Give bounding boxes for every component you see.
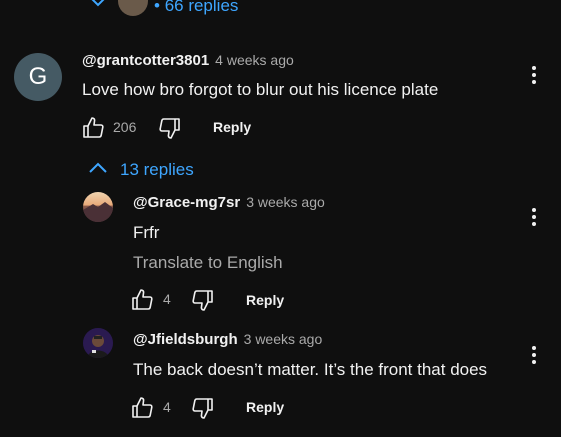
thumbs-down-icon xyxy=(159,118,180,139)
thumbs-down-icon xyxy=(192,398,213,419)
dislike-button[interactable] xyxy=(190,396,214,420)
like-button[interactable] xyxy=(82,116,106,140)
translate-link[interactable]: Translate to English xyxy=(133,253,283,273)
reply-time[interactable]: 3 weeks ago xyxy=(244,331,323,347)
like-button[interactable] xyxy=(131,396,155,420)
reply-button[interactable]: Reply xyxy=(246,292,284,308)
avatar-letter: G xyxy=(28,63,48,90)
reply-text: Frfr xyxy=(133,223,160,242)
more-options-icon[interactable] xyxy=(532,346,536,367)
replier-avatar xyxy=(118,0,148,16)
thumbs-up-icon xyxy=(83,117,104,138)
avatar[interactable] xyxy=(83,192,113,222)
more-options-icon[interactable] xyxy=(532,66,536,87)
chevron-down-icon[interactable] xyxy=(88,0,108,8)
reply-button[interactable]: Reply xyxy=(213,119,251,135)
like-button[interactable] xyxy=(131,288,155,312)
avatar[interactable]: G xyxy=(14,53,62,101)
reply-header: @Jfieldsburgh 3 weeks ago xyxy=(133,331,322,349)
view-replies-button[interactable]: • 66 replies xyxy=(154,0,238,16)
reply-author[interactable]: @Jfieldsburgh xyxy=(133,331,238,348)
thumbs-down-icon xyxy=(192,290,213,311)
reply-author[interactable]: @Grace-mg7sr xyxy=(133,194,240,211)
replies-count: 66 replies xyxy=(164,0,239,15)
reply-time[interactable]: 3 weeks ago xyxy=(246,194,325,210)
more-options-icon[interactable] xyxy=(532,208,536,229)
reply-text: The back doesn’t matter. It’s the front … xyxy=(133,360,488,379)
chevron-up-icon[interactable] xyxy=(88,161,108,175)
thumbs-up-icon xyxy=(132,397,153,418)
like-count: 206 xyxy=(113,119,137,135)
comment-header: @grantcotter3801 4 weeks ago xyxy=(82,52,294,70)
reply-header: @Grace-mg7sr 3 weeks ago xyxy=(133,194,325,212)
dislike-button[interactable] xyxy=(190,288,214,312)
like-count: 4 xyxy=(163,399,171,415)
thumbs-up-icon xyxy=(132,289,153,310)
dot-separator: • xyxy=(154,0,160,15)
hide-replies-button[interactable]: 13 replies xyxy=(120,160,194,180)
comment-time[interactable]: 4 weeks ago xyxy=(215,52,294,68)
reply-button[interactable]: Reply xyxy=(246,399,284,415)
like-count: 4 xyxy=(163,291,171,307)
comment-text: Love how bro forgot to blur out his lice… xyxy=(82,80,439,99)
comment-author[interactable]: @grantcotter3801 xyxy=(82,52,209,69)
avatar[interactable] xyxy=(83,328,113,358)
dislike-button[interactable] xyxy=(157,116,181,140)
